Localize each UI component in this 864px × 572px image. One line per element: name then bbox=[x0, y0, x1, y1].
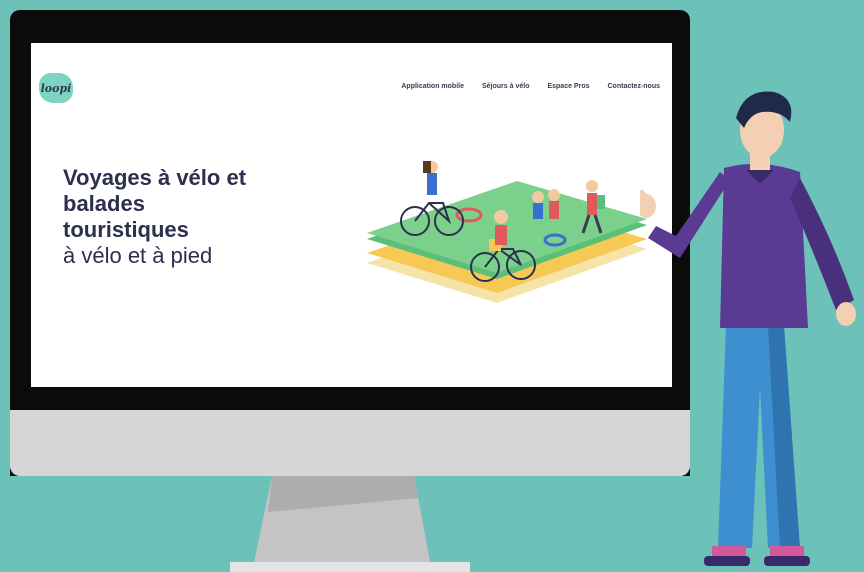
presenter-person bbox=[640, 91, 856, 566]
bicycle-illustration bbox=[367, 161, 647, 303]
monitor-chin bbox=[10, 410, 690, 476]
hero-text: Voyages à vélo et balades touristiques à… bbox=[63, 165, 246, 269]
hero-title-line-1: Voyages à vélo et bbox=[63, 165, 247, 190]
logo-text: loopi bbox=[40, 81, 72, 95]
nav-sejours-velo[interactable]: Séjours à vélo bbox=[482, 83, 529, 90]
hero-title-line-3: touristiques bbox=[63, 217, 189, 242]
hero-title-line-2: balades bbox=[63, 191, 145, 216]
logo-icon[interactable]: loopi bbox=[39, 73, 73, 103]
website-screen: loopi Application mobile Séjours à vélo … bbox=[31, 43, 672, 387]
nav-application-mobile[interactable]: Application mobile bbox=[401, 83, 464, 90]
monitor-stand bbox=[230, 476, 470, 572]
top-nav: Application mobile Séjours à vélo Espace… bbox=[401, 83, 660, 90]
nav-espace-pros[interactable]: Espace Pros bbox=[547, 83, 589, 90]
hero-subtitle: à vélo et à pied bbox=[63, 243, 213, 268]
